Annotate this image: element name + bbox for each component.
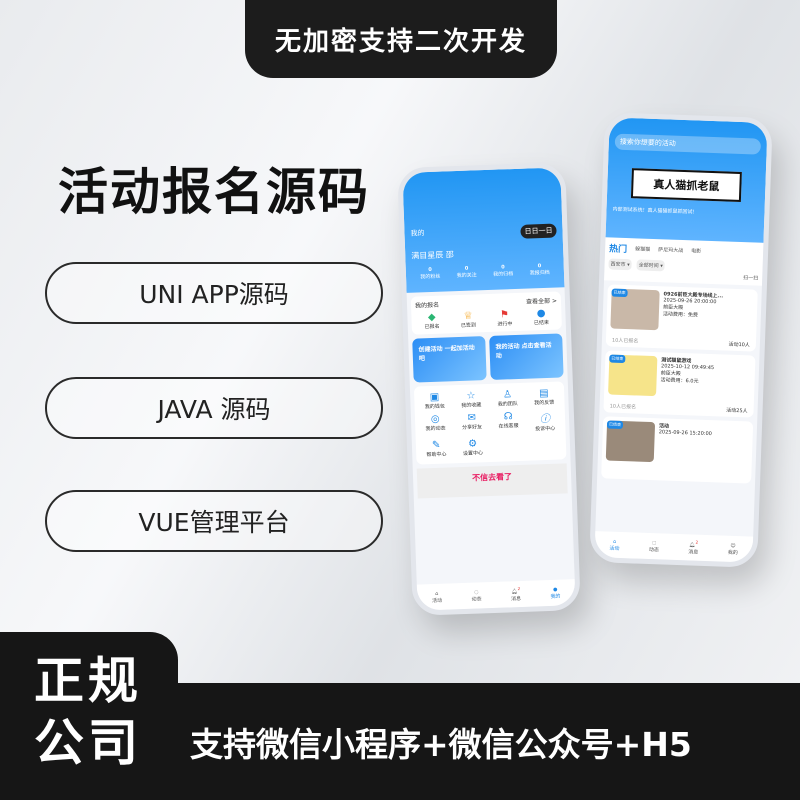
tab-messages[interactable]: 🔔︎2 消息 bbox=[511, 586, 521, 602]
hot-tab[interactable]: 热门 bbox=[609, 241, 627, 255]
feature-uniapp: UNI APP源码 bbox=[45, 262, 383, 324]
stat: 0 我的粉丝 bbox=[420, 266, 441, 281]
activity-card[interactable]: 已结束 活动 2025-09-26 15:20:00 bbox=[601, 416, 754, 484]
time-filter[interactable]: 全部时间 ▾ bbox=[636, 259, 665, 272]
category[interactable]: 电影 bbox=[691, 247, 701, 254]
menu-item[interactable]: ⓘ 投诉中心 bbox=[528, 410, 561, 433]
create-activity-banner[interactable]: 创建活动 一起加活动吧 bbox=[412, 336, 487, 383]
stat: 0 我的关注 bbox=[456, 265, 477, 280]
phone-mockup-profile: 我的 日日一日 满目星辰 邵 0 我的粉丝 0 我的关注 0 我的归档 0 我报归档 我的… bbox=[397, 162, 581, 616]
my-activity-banner[interactable]: 我的活动 点击查看活动 bbox=[489, 333, 564, 380]
tab-mine[interactable]: ● 我的 bbox=[550, 586, 560, 599]
menu-item[interactable]: ⚙ 设置中心 bbox=[456, 438, 489, 457]
status-checked-in[interactable]: ♕ 已签到 bbox=[452, 310, 485, 329]
menu-item[interactable]: ☆ 我的收藏 bbox=[455, 390, 488, 409]
platform-support-text: 支持微信小程序+微信公众号+H5 bbox=[190, 725, 692, 764]
status-ongoing[interactable]: ⚑ 进行中 bbox=[488, 309, 521, 328]
stat: 0 我报归档 bbox=[529, 263, 550, 277]
badge-line-1: 正规 bbox=[34, 652, 142, 710]
menu-item[interactable]: ☊ 在线客服 bbox=[492, 411, 525, 434]
tab-feed[interactable]: ◌ 动态 bbox=[471, 589, 481, 602]
menu-item[interactable]: ✉ 分享好友 bbox=[455, 412, 488, 435]
tab-activity[interactable]: ⌂ 活动 bbox=[432, 590, 442, 603]
tab-bar: ⌂ 活动 ◌ 动态 🔔︎2 消息 ☺ 我的 bbox=[594, 531, 754, 563]
menu-item[interactable]: ✎ 帮助中心 bbox=[420, 439, 453, 458]
menu-item[interactable]: ♙ 我的团队 bbox=[491, 389, 524, 408]
activity-card[interactable]: 已结束 0926前臣大殿专场线上... 2025-09-26 20:00:00 前臣大… bbox=[605, 284, 758, 352]
category[interactable]: 躲猫猫 bbox=[635, 245, 650, 253]
notice-text: 内部测试系统！真人猫猫抓鼠抓回试！ bbox=[612, 206, 698, 216]
stat: 0 我的归档 bbox=[493, 264, 514, 278]
poster-title: 真人猫抓老鼠 bbox=[630, 168, 742, 203]
feature-java: JAVA 源码 bbox=[45, 377, 383, 439]
menu-item[interactable]: ▣ 我的钱包 bbox=[418, 391, 451, 411]
search-input[interactable]: 搜索你想要的活动 bbox=[614, 133, 762, 155]
sign-button[interactable]: 日日一日 bbox=[520, 223, 557, 239]
phone-mockup-home: 搜索你想要的活动 真人猫抓老鼠 内部测试系统！真人猫猫抓鼠抓回试！ 热门 躲猫猫萨… bbox=[589, 112, 773, 568]
category[interactable]: 萨尼玛大战 bbox=[658, 246, 683, 254]
page-title: 活动报名源码 bbox=[58, 163, 370, 221]
status-registered[interactable]: ◆ 已报名 bbox=[415, 311, 448, 330]
tab-mine[interactable]: ☺ 我的 bbox=[728, 542, 738, 555]
company-badge: 正规 公司 bbox=[0, 632, 178, 800]
activity-card[interactable]: 已结束 测试猫鼠游戏 2025-10-12 09:49:45 前臣大殿 活动费用：6.0… bbox=[603, 350, 756, 418]
menu-item[interactable]: ◎ 我的动态 bbox=[419, 413, 452, 436]
tab-activity[interactable]: ⌂ 活动 bbox=[609, 538, 619, 551]
tab-bar: ⌂ 活动 ◌ 动态 🔔︎2 消息 ● 我的 bbox=[416, 579, 576, 611]
menu-item[interactable]: ▤ 我的反馈 bbox=[528, 388, 561, 407]
top-banner: 无加密支持二次开发 bbox=[245, 0, 557, 78]
feature-vue: VUE管理平台 bbox=[45, 490, 383, 552]
view-all-link[interactable]: 查看全部 > bbox=[526, 296, 557, 306]
tab-messages[interactable]: 🔔︎2 消息 bbox=[688, 540, 699, 556]
ad-banner[interactable]: 不信去看了 bbox=[416, 463, 568, 499]
city-filter[interactable]: 西安市 ▾ bbox=[608, 258, 632, 271]
username: 满目星辰 邵 bbox=[411, 250, 454, 261]
section-title: 我的报名 bbox=[414, 301, 440, 310]
profile-title: 我的 bbox=[410, 229, 425, 238]
status-ended[interactable]: ● 已结束 bbox=[525, 308, 558, 327]
badge-line-2: 公司 bbox=[34, 714, 142, 772]
tab-feed[interactable]: ◌ 动态 bbox=[649, 540, 659, 553]
